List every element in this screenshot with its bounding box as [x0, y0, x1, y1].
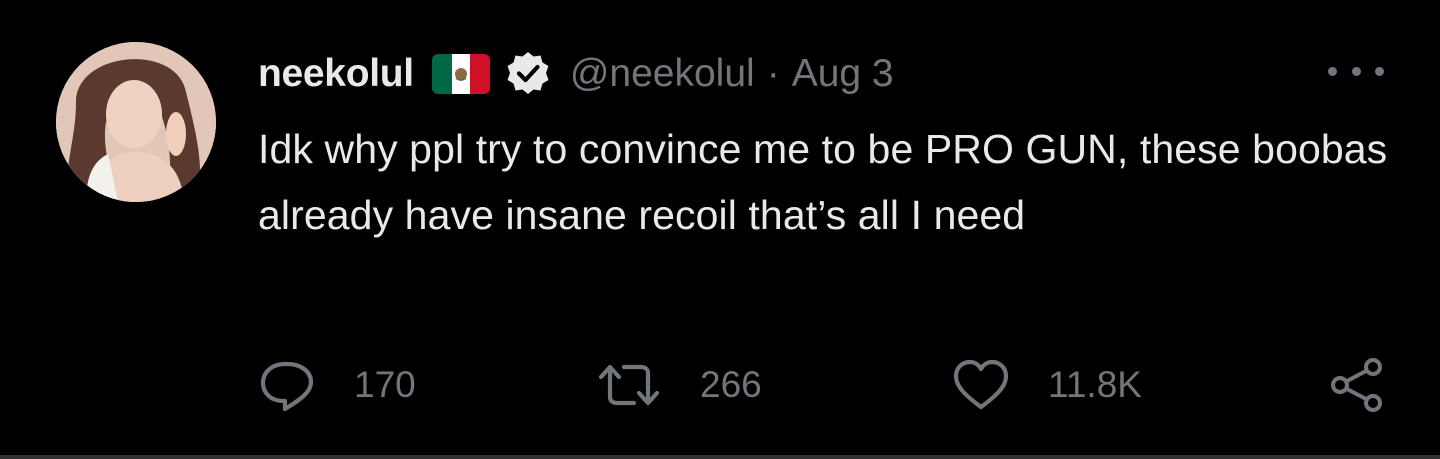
avatar[interactable] [56, 42, 216, 202]
reply-bubble-icon [258, 357, 316, 413]
avatar-image [56, 42, 216, 202]
handle[interactable]: @neekolul [570, 52, 755, 96]
tweet-header: neekolul @neekolul · Aug 3 [258, 46, 894, 102]
tweet-card[interactable]: neekolul @neekolul · Aug 3 Idk why ppl t… [0, 0, 1440, 459]
tweet-date[interactable]: Aug 3 [792, 52, 894, 96]
more-dot [1328, 66, 1337, 76]
like-count: 11.8K [1048, 364, 1142, 405]
share-button[interactable] [1328, 350, 1386, 420]
header-separator: · [766, 52, 780, 95]
more-options-icon[interactable] [1328, 56, 1384, 86]
retweet-count: 266 [700, 364, 762, 405]
retweet-button[interactable]: 266 [596, 350, 762, 420]
more-dot [1351, 66, 1361, 76]
tweet-text: Idk why ppl try to convince me to be PRO… [258, 126, 1388, 238]
reply-count: 170 [354, 364, 416, 405]
heart-icon [952, 357, 1010, 413]
tweet-divider [0, 455, 1440, 459]
display-name[interactable]: neekolul [258, 52, 414, 96]
verified-badge-icon [504, 50, 552, 98]
share-icon [1328, 357, 1386, 413]
reply-button[interactable]: 170 [258, 350, 416, 420]
tweet-actions: 170 266 11.8K [258, 350, 1388, 420]
retweet-icon [596, 357, 662, 413]
like-button[interactable]: 11.8K [952, 350, 1142, 420]
more-dot [1375, 66, 1384, 76]
mexico-flag-icon [431, 54, 490, 94]
